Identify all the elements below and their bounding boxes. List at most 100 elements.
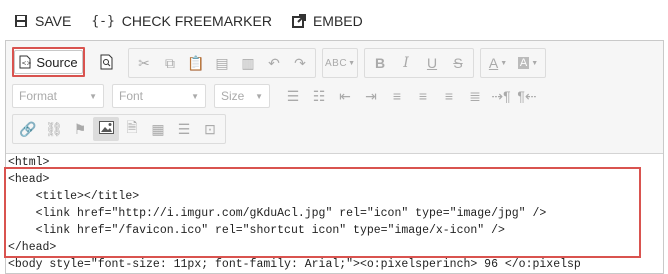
flash-button[interactable]: 🗎 (119, 117, 145, 141)
file-icon: 🗎 (126, 119, 138, 135)
strikethrough-icon: S (453, 55, 463, 71)
unlink-button[interactable]: ⛓ (41, 117, 67, 141)
align-right-button[interactable]: ≡ (436, 84, 462, 108)
code-line: <title></title> (8, 190, 140, 203)
rtl-button[interactable]: ¶⇠ (514, 84, 540, 108)
format-label: Format (19, 89, 58, 103)
preview-button[interactable] (94, 51, 120, 75)
link-icon: 🔗 (19, 120, 37, 137)
source-button[interactable]: <> Source (14, 50, 83, 74)
bulleted-list-icon: ☷ (312, 87, 326, 104)
table-button[interactable]: ▦ (145, 117, 171, 141)
code-line: <link href="/favicon.ico" rel="shortcut … (8, 224, 505, 237)
flag-icon: ⚑ (73, 120, 87, 137)
spellcheck-button[interactable]: ABC ▼ (325, 51, 355, 75)
chevron-down-icon: ▼ (89, 91, 97, 101)
code-line: <head> (8, 173, 50, 186)
bg-color-icon: A (517, 57, 530, 69)
format-dropdown[interactable]: Format ▼ (12, 84, 104, 108)
save-label: SAVE (35, 13, 72, 29)
code-line: </head> (8, 241, 57, 254)
redo-icon: ↷ (294, 54, 306, 71)
insert-group: 🔗 ⛓ ⚑ 🗎 ▦ ☰ ⊡ (12, 114, 226, 144)
copy-icon: ⧉ (165, 54, 175, 71)
embed-label: EMBED (312, 13, 363, 29)
italic-icon: I (403, 55, 409, 71)
spellcheck-icon: ABC (325, 57, 348, 69)
chevron-down-icon: ▼ (191, 91, 199, 101)
paste-text-icon: ▤ (215, 54, 229, 71)
ltr-icon: ⇢¶ (491, 87, 511, 104)
align-center-icon: ≡ (418, 88, 428, 104)
increase-indent-button[interactable]: ⇥ (358, 84, 384, 108)
code-braces-icon: {-} (91, 13, 115, 29)
cut-button[interactable]: ✂ (131, 51, 157, 75)
horizontal-rule-button[interactable]: ☰ (171, 117, 197, 141)
spellcheck-group: ABC ▼ (322, 48, 358, 78)
paste-text-button[interactable]: ▤ (209, 51, 235, 75)
align-center-button[interactable]: ≡ (410, 84, 436, 108)
copy-button[interactable]: ⧉ (157, 51, 183, 75)
chevron-down-icon: ▼ (348, 59, 355, 67)
font-dropdown[interactable]: Font ▼ (112, 84, 206, 108)
paste-word-icon: ▥ (241, 54, 255, 71)
chevron-down-icon: ▼ (531, 59, 539, 67)
code-line: <html> (8, 156, 50, 169)
save-icon (14, 14, 28, 28)
basic-styles-group: B I U S (364, 48, 474, 78)
top-toolbar: SAVE {-} CHECK FREEMARKER EMBED (0, 0, 668, 42)
horizontal-rule-icon: ☰ (177, 120, 191, 137)
redo-button[interactable]: ↷ (287, 51, 313, 75)
strikethrough-button[interactable]: S (445, 51, 471, 75)
undo-button[interactable]: ↶ (261, 51, 287, 75)
chevron-down-icon: ▼ (500, 59, 508, 67)
paste-button[interactable]: 📋 (183, 51, 209, 75)
align-left-button[interactable]: ≡ (384, 84, 410, 108)
list-group: ☰ ☷ ⇤ ⇥ ≡ ≡ ≡ ≣ ⇢¶ ¶⇠ (278, 82, 542, 110)
code-line: <body style="font-size: 11px; font-famil… (8, 258, 581, 271)
size-dropdown[interactable]: Size ▼ (214, 84, 270, 108)
link-button[interactable]: 🔗 (15, 117, 41, 141)
underline-button[interactable]: U (419, 51, 445, 75)
embed-button[interactable]: EMBED (286, 7, 369, 35)
align-left-icon: ≡ (392, 88, 402, 104)
ltr-button[interactable]: ⇢¶ (488, 84, 514, 108)
iframe-icon: ⊡ (204, 120, 216, 137)
numbered-list-button[interactable]: ☰ (280, 84, 306, 108)
outdent-icon: ⇤ (339, 87, 351, 104)
rtl-icon: ¶⇠ (517, 87, 537, 104)
bold-button[interactable]: B (367, 51, 393, 75)
font-label: Font (119, 89, 144, 103)
justify-icon: ≣ (469, 87, 481, 104)
source-code-area[interactable]: <html> <head> <title></title> <link href… (6, 154, 663, 273)
colors-group: A ▼ A ▼ (480, 48, 546, 78)
justify-button[interactable]: ≣ (462, 84, 488, 108)
source-label: Source (36, 54, 78, 70)
bg-color-button[interactable]: A ▼ (513, 51, 543, 75)
indent-icon: ⇥ (365, 87, 377, 104)
decrease-indent-button[interactable]: ⇤ (332, 84, 358, 108)
paste-word-button[interactable]: ▥ (235, 51, 261, 75)
image-button[interactable] (93, 117, 119, 141)
iframe-button[interactable]: ⊡ (197, 117, 223, 141)
table-icon: ▦ (151, 120, 165, 137)
source-highlight: <> Source (12, 47, 85, 77)
check-freemarker-label: CHECK FREEMARKER (121, 13, 272, 29)
text-color-button[interactable]: A ▼ (483, 51, 513, 75)
undo-icon: ↶ (268, 54, 280, 71)
text-color-icon: A (488, 55, 499, 71)
size-label: Size (221, 89, 245, 103)
italic-button[interactable]: I (393, 51, 419, 75)
bulleted-list-button[interactable]: ☷ (306, 84, 332, 108)
paste-icon: 📋 (187, 54, 205, 71)
code-line: <link href="http://i.imgur.com/gKduAcl.j… (8, 207, 547, 220)
anchor-button[interactable]: ⚑ (67, 117, 93, 141)
svg-text:<>: <> (22, 60, 32, 67)
preview-icon (100, 54, 114, 73)
save-button[interactable]: SAVE (8, 7, 77, 35)
clipboard-group: ✂ ⧉ 📋 ▤ ▥ ↶ ↷ (128, 48, 316, 78)
chevron-down-icon: ▼ (255, 91, 263, 101)
check-freemarker-button[interactable]: {-} CHECK FREEMARKER (85, 7, 278, 35)
preview-group (92, 49, 122, 77)
numbered-list-icon: ☰ (286, 87, 300, 104)
